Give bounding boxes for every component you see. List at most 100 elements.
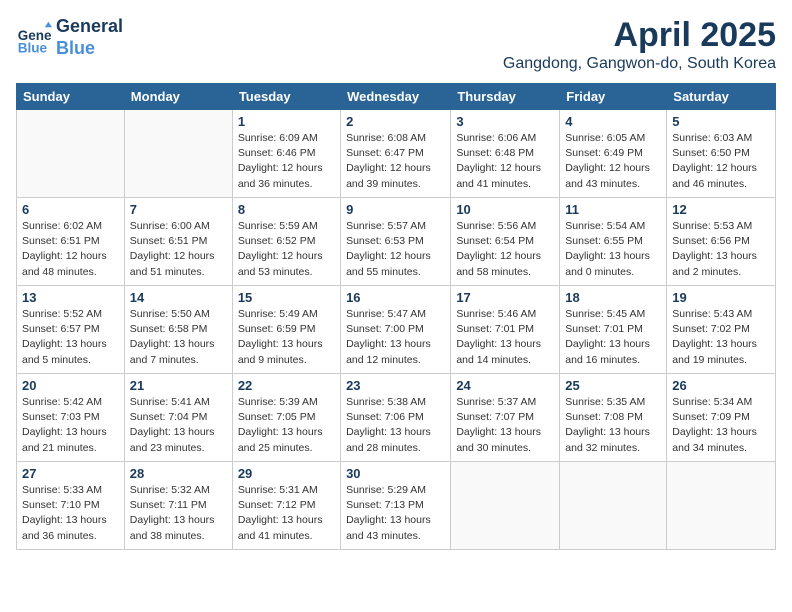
day-cell: 21Sunrise: 5:41 AMSunset: 7:04 PMDayligh… xyxy=(124,374,232,462)
day-cell: 20 Sunrise: 5:42 AMSunset: 7:03 PMDayligh… xyxy=(17,374,125,462)
day-number: 6 xyxy=(22,202,119,217)
weekday-header-monday: Monday xyxy=(124,84,232,110)
day-number: 28 xyxy=(130,466,227,481)
day-cell: 9 Sunrise: 5:57 AMSunset: 6:53 PMDaylight… xyxy=(341,198,451,286)
week-row-4: 20 Sunrise: 5:42 AMSunset: 7:03 PMDayligh… xyxy=(17,374,776,462)
day-number: 18 xyxy=(565,290,661,305)
day-number: 22 xyxy=(238,378,335,393)
day-cell: 18 Sunrise: 5:45 AMSunset: 7:01 PMDayligh… xyxy=(560,286,667,374)
day-number: 3 xyxy=(456,114,554,129)
day-info: Sunrise: 6:06 AMSunset: 6:48 PMDaylight:… xyxy=(456,131,554,192)
day-info: Sunrise: 6:02 AMSunset: 6:51 PMDaylight:… xyxy=(22,219,119,280)
day-cell: 15 Sunrise: 5:49 AMSunset: 6:59 PMDayligh… xyxy=(232,286,340,374)
day-cell: 4 Sunrise: 6:05 AMSunset: 6:49 PMDaylight… xyxy=(560,110,667,198)
day-cell xyxy=(667,462,776,550)
day-number: 4 xyxy=(565,114,661,129)
weekday-header-saturday: Saturday xyxy=(667,84,776,110)
day-info: Sunrise: 5:59 AMSunset: 6:52 PMDaylight:… xyxy=(238,219,335,280)
day-number: 12 xyxy=(672,202,770,217)
day-info: Sunrise: 5:37 AMSunset: 7:07 PMDaylight:… xyxy=(456,395,554,456)
day-cell: 27 Sunrise: 5:33 AMSunset: 7:10 PMDayligh… xyxy=(17,462,125,550)
day-cell: 30Sunrise: 5:29 AMSunset: 7:13 PMDayligh… xyxy=(341,462,451,550)
day-info: Sunrise: 5:54 AMSunset: 6:55 PMDaylight:… xyxy=(565,219,661,280)
day-cell: 8 Sunrise: 5:59 AMSunset: 6:52 PMDaylight… xyxy=(232,198,340,286)
day-cell: 2 Sunrise: 6:08 AMSunset: 6:47 PMDaylight… xyxy=(341,110,451,198)
day-number: 25 xyxy=(565,378,661,393)
day-cell: 16 Sunrise: 5:47 AMSunset: 7:00 PMDayligh… xyxy=(341,286,451,374)
day-info: Sunrise: 5:38 AMSunset: 7:06 PMDaylight:… xyxy=(346,395,445,456)
day-number: 16 xyxy=(346,290,445,305)
day-number: 15 xyxy=(238,290,335,305)
calendar-header: SundayMondayTuesdayWednesdayThursdayFrid… xyxy=(17,84,776,110)
day-info: Sunrise: 5:39 AMSunset: 7:05 PMDaylight:… xyxy=(238,395,335,456)
weekday-header-wednesday: Wednesday xyxy=(341,84,451,110)
calendar-subtitle: Gangdong, Gangwon-do, South Korea xyxy=(503,55,776,73)
logo-text-line1: General xyxy=(56,16,123,38)
day-info: Sunrise: 5:43 AMSunset: 7:02 PMDaylight:… xyxy=(672,307,770,368)
day-cell xyxy=(17,110,125,198)
day-cell: 23 Sunrise: 5:38 AMSunset: 7:06 PMDayligh… xyxy=(341,374,451,462)
day-cell: 13 Sunrise: 5:52 AMSunset: 6:57 PMDayligh… xyxy=(17,286,125,374)
page-header: General Blue General Blue April 2025 Gan… xyxy=(16,16,776,73)
day-number: 26 xyxy=(672,378,770,393)
day-cell: 11Sunrise: 5:54 AMSunset: 6:55 PMDayligh… xyxy=(560,198,667,286)
day-cell xyxy=(124,110,232,198)
day-info: Sunrise: 6:05 AMSunset: 6:49 PMDaylight:… xyxy=(565,131,661,192)
day-cell: 5 Sunrise: 6:03 AMSunset: 6:50 PMDaylight… xyxy=(667,110,776,198)
weekday-header-friday: Friday xyxy=(560,84,667,110)
day-cell: 22 Sunrise: 5:39 AMSunset: 7:05 PMDayligh… xyxy=(232,374,340,462)
day-number: 10 xyxy=(456,202,554,217)
day-cell: 14 Sunrise: 5:50 AMSunset: 6:58 PMDayligh… xyxy=(124,286,232,374)
day-info: Sunrise: 5:49 AMSunset: 6:59 PMDaylight:… xyxy=(238,307,335,368)
day-cell: 7Sunrise: 6:00 AMSunset: 6:51 PMDaylight… xyxy=(124,198,232,286)
day-info: Sunrise: 5:46 AMSunset: 7:01 PMDaylight:… xyxy=(456,307,554,368)
day-cell: 26 Sunrise: 5:34 AMSunset: 7:09 PMDayligh… xyxy=(667,374,776,462)
day-cell: 1Sunrise: 6:09 AMSunset: 6:46 PMDaylight… xyxy=(232,110,340,198)
day-number: 17 xyxy=(456,290,554,305)
day-info: Sunrise: 5:50 AMSunset: 6:58 PMDaylight:… xyxy=(130,307,227,368)
day-info: Sunrise: 6:09 AMSunset: 6:46 PMDaylight:… xyxy=(238,131,335,192)
day-info: Sunrise: 6:08 AMSunset: 6:47 PMDaylight:… xyxy=(346,131,445,192)
day-info: Sunrise: 6:00 AMSunset: 6:51 PMDaylight:… xyxy=(130,219,227,280)
calendar-title: April 2025 xyxy=(503,16,776,55)
day-number: 2 xyxy=(346,114,445,129)
day-number: 27 xyxy=(22,466,119,481)
day-cell: 19 Sunrise: 5:43 AMSunset: 7:02 PMDayligh… xyxy=(667,286,776,374)
day-info: Sunrise: 5:34 AMSunset: 7:09 PMDaylight:… xyxy=(672,395,770,456)
day-cell: 17 Sunrise: 5:46 AMSunset: 7:01 PMDayligh… xyxy=(451,286,560,374)
day-number: 8 xyxy=(238,202,335,217)
day-info: Sunrise: 5:52 AMSunset: 6:57 PMDaylight:… xyxy=(22,307,119,368)
day-cell xyxy=(560,462,667,550)
week-row-2: 6 Sunrise: 6:02 AMSunset: 6:51 PMDaylight… xyxy=(17,198,776,286)
day-info: Sunrise: 5:33 AMSunset: 7:10 PMDaylight:… xyxy=(22,483,119,544)
weekday-header-sunday: Sunday xyxy=(17,84,125,110)
title-block: April 2025 Gangdong, Gangwon-do, South K… xyxy=(503,16,776,73)
day-number: 9 xyxy=(346,202,445,217)
day-number: 5 xyxy=(672,114,770,129)
day-info: Sunrise: 6:03 AMSunset: 6:50 PMDaylight:… xyxy=(672,131,770,192)
day-number: 23 xyxy=(346,378,445,393)
day-cell: 3 Sunrise: 6:06 AMSunset: 6:48 PMDaylight… xyxy=(451,110,560,198)
logo-text-line2: Blue xyxy=(56,38,123,60)
day-info: Sunrise: 5:42 AMSunset: 7:03 PMDaylight:… xyxy=(22,395,119,456)
day-number: 14 xyxy=(130,290,227,305)
day-cell: 24Sunrise: 5:37 AMSunset: 7:07 PMDayligh… xyxy=(451,374,560,462)
day-number: 13 xyxy=(22,290,119,305)
day-info: Sunrise: 5:57 AMSunset: 6:53 PMDaylight:… xyxy=(346,219,445,280)
day-cell: 10Sunrise: 5:56 AMSunset: 6:54 PMDayligh… xyxy=(451,198,560,286)
day-cell: 12 Sunrise: 5:53 AMSunset: 6:56 PMDayligh… xyxy=(667,198,776,286)
logo: General Blue General Blue xyxy=(16,16,123,59)
day-number: 19 xyxy=(672,290,770,305)
day-info: Sunrise: 5:53 AMSunset: 6:56 PMDaylight:… xyxy=(672,219,770,280)
day-info: Sunrise: 5:41 AMSunset: 7:04 PMDaylight:… xyxy=(130,395,227,456)
calendar-body: 1Sunrise: 6:09 AMSunset: 6:46 PMDaylight… xyxy=(17,110,776,550)
day-cell: 29Sunrise: 5:31 AMSunset: 7:12 PMDayligh… xyxy=(232,462,340,550)
day-cell xyxy=(451,462,560,550)
logo-icon: General Blue xyxy=(16,20,52,56)
day-info: Sunrise: 5:45 AMSunset: 7:01 PMDaylight:… xyxy=(565,307,661,368)
day-info: Sunrise: 5:47 AMSunset: 7:00 PMDaylight:… xyxy=(346,307,445,368)
day-cell: 28Sunrise: 5:32 AMSunset: 7:11 PMDayligh… xyxy=(124,462,232,550)
day-number: 20 xyxy=(22,378,119,393)
weekday-header-row: SundayMondayTuesdayWednesdayThursdayFrid… xyxy=(17,84,776,110)
week-row-1: 1Sunrise: 6:09 AMSunset: 6:46 PMDaylight… xyxy=(17,110,776,198)
